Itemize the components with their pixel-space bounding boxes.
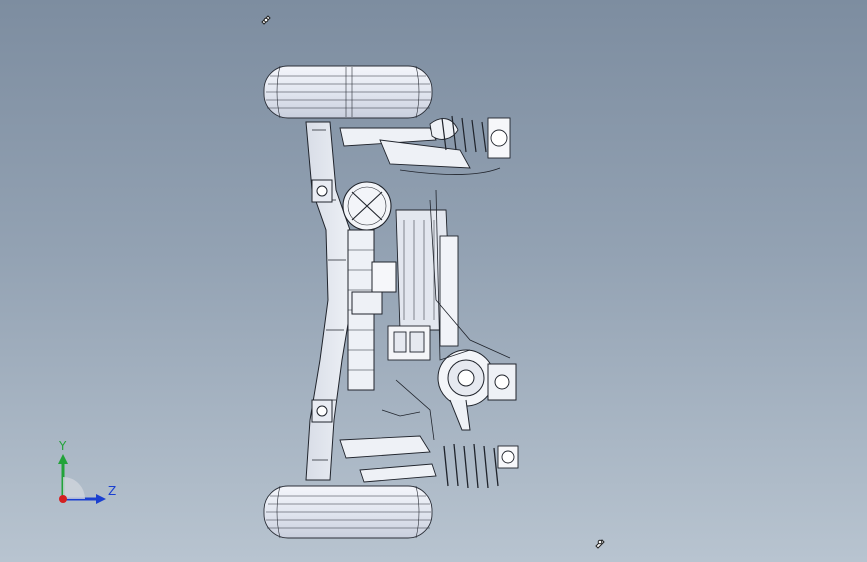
brake-booster[interactable]	[342, 181, 392, 231]
brake-disc[interactable]	[437, 349, 517, 431]
graphics-viewport[interactable]: Y Z	[0, 0, 867, 562]
wheel-bottom[interactable]	[263, 485, 433, 539]
control-module[interactable]	[387, 325, 431, 361]
y-axis-label: Y	[58, 440, 67, 453]
y-arrow-icon	[58, 454, 68, 464]
z-axis-label: Z	[108, 484, 116, 498]
chassis-model[interactable]	[0, 0, 867, 562]
orientation-triad: Y Z	[58, 440, 116, 504]
ref-marker-bottom	[595, 539, 605, 549]
subframe[interactable]	[305, 121, 353, 481]
triad-plane	[63, 477, 85, 499]
ref-marker-top	[261, 15, 271, 25]
z-arrow-icon	[96, 494, 106, 504]
drive-shaft[interactable]	[347, 229, 397, 391]
suspension-bottom[interactable]	[339, 435, 519, 489]
suspension-top[interactable]	[339, 115, 511, 175]
origin-dot	[59, 495, 67, 503]
wheel-top[interactable]	[263, 65, 433, 119]
